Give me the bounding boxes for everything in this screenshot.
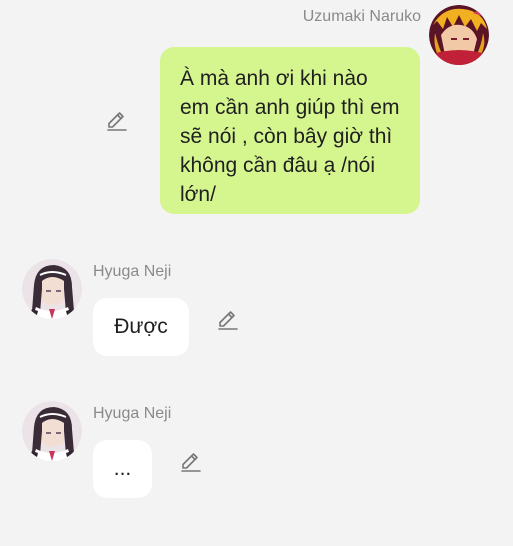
neji-avatar-icon: [22, 401, 82, 461]
pencil-edit-icon[interactable]: [216, 308, 240, 332]
sender-avatar[interactable]: [22, 401, 82, 461]
neji-avatar-icon: [22, 259, 82, 319]
message-bubble[interactable]: Được: [93, 298, 189, 356]
sender-name: Hyuga Neji: [93, 405, 172, 422]
message-bubble[interactable]: ...: [93, 440, 152, 498]
sender-name: Hyuga Neji: [93, 263, 172, 280]
sender-avatar[interactable]: [429, 5, 489, 65]
sender-avatar[interactable]: [22, 259, 82, 319]
sender-name: Uzumaki Naruko: [302, 8, 421, 25]
message-bubble[interactable]: À mà anh ơi khi nào em cần anh giúp thì …: [160, 47, 420, 214]
pencil-edit-icon[interactable]: [105, 109, 129, 133]
pencil-edit-icon[interactable]: [179, 450, 203, 474]
naruko-avatar-icon: [429, 5, 489, 65]
